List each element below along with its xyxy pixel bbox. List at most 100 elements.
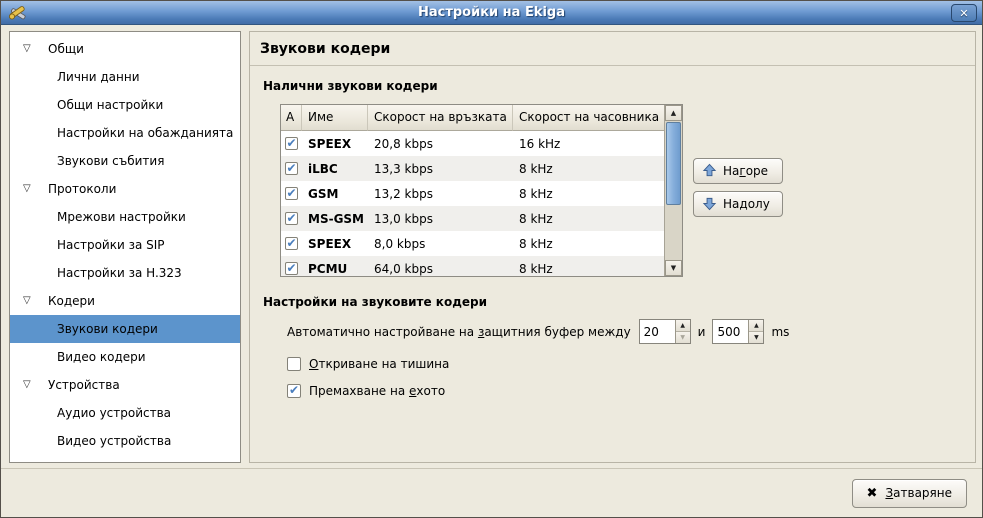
titlebar[interactable]: Настройки на Ekiga ✕ — [1, 1, 982, 25]
reorder-buttons: Нагоре Надолу — [693, 158, 783, 217]
scrollbar-track[interactable] — [665, 121, 682, 260]
codec-name: MS-GSM — [302, 212, 368, 226]
codec-bitrate: 13,0 kbps — [368, 212, 513, 226]
sidebar-item-label: Аудио устройства — [57, 406, 171, 420]
up-arrow-icon — [702, 163, 717, 178]
check-icon: ✔ — [286, 162, 296, 174]
jitter-min-spinbox: ▲ ▼ — [639, 319, 691, 344]
spin-up-button[interactable]: ▲ — [749, 320, 763, 331]
sidebar-item-label: Устройства — [48, 378, 120, 392]
sidebar-item-devices[interactable]: ▽ Устройства — [10, 371, 240, 399]
sidebar-item-audio-codecs[interactable]: Звукови кодери — [10, 315, 240, 343]
codec-name: SPEEX — [302, 137, 368, 151]
sidebar-item-video-devices[interactable]: Видео устройства — [10, 427, 240, 455]
jitter-min-input[interactable] — [640, 320, 675, 343]
sidebar-item-label: Видео устройства — [57, 434, 171, 448]
column-header-active[interactable]: A — [281, 105, 302, 131]
codec-clockrate: 8 kHz — [513, 187, 664, 201]
move-up-button[interactable]: Нагоре — [693, 158, 783, 184]
move-down-label: Надолу — [723, 197, 770, 211]
expander-icon[interactable]: ▽ — [23, 296, 41, 306]
check-icon: ✔ — [286, 262, 296, 274]
codec-enabled-checkbox[interactable]: ✔ — [285, 237, 298, 250]
codec-enabled-checkbox[interactable]: ✔ — [285, 137, 298, 150]
table-row[interactable]: ✔ PCMU 64,0 kbps 8 kHz — [281, 256, 664, 276]
table-row[interactable]: ✔ GSM 13,2 kbps 8 kHz — [281, 181, 664, 206]
spin-down-button[interactable]: ▼ — [676, 331, 690, 343]
close-icon: ✕ — [959, 7, 968, 20]
codec-bitrate: 20,8 kbps — [368, 137, 513, 151]
sidebar-item-codecs[interactable]: ▽ Кодери — [10, 287, 240, 315]
expander-icon[interactable]: ▽ — [23, 380, 41, 390]
scroll-up-button[interactable]: ▲ — [665, 105, 682, 121]
sidebar-item-general-settings[interactable]: Общи настройки — [10, 91, 240, 119]
check-icon: ✔ — [286, 187, 296, 199]
sidebar-item-label: Лични данни — [57, 70, 140, 84]
codec-clockrate: 8 kHz — [513, 237, 664, 251]
spin-down-button[interactable]: ▼ — [749, 331, 763, 343]
sidebar-item-sip-settings[interactable]: Настройки за SIP — [10, 231, 240, 259]
expander-icon[interactable]: ▽ — [23, 44, 41, 54]
jitter-max-input[interactable] — [713, 320, 748, 343]
sidebar-item-label: Кодери — [48, 294, 95, 308]
close-x-icon: ✖ — [867, 486, 878, 501]
sidebar-item-personal-data[interactable]: Лични данни — [10, 63, 240, 91]
sidebar-item-h323-settings[interactable]: Настройки за H.323 — [10, 259, 240, 287]
column-header-name[interactable]: Име — [302, 105, 368, 131]
close-button-label: Затваряне — [885, 486, 952, 500]
scroll-down-button[interactable]: ▼ — [665, 260, 682, 276]
column-header-bitrate[interactable]: Скорост на връзката — [368, 105, 513, 131]
codec-bitrate: 64,0 kbps — [368, 262, 513, 276]
sidebar-item-protocols[interactable]: ▽ Протоколи — [10, 175, 240, 203]
spin-up-button[interactable]: ▲ — [676, 320, 690, 331]
expander-icon[interactable]: ▽ — [23, 184, 41, 194]
column-header-clockrate[interactable]: Скорост на часовника — [513, 105, 664, 131]
sidebar-item-video-codecs[interactable]: Видео кодери — [10, 343, 240, 371]
audio-codecs-panel: Звукови кодери Налични звукови кодери A … — [249, 31, 976, 463]
move-up-label: Нагоре — [723, 164, 768, 178]
sidebar-item-network-settings[interactable]: Мрежови настройки — [10, 203, 240, 231]
sidebar-item-label: Общи настройки — [57, 98, 163, 112]
arrow-up-icon: ▲ — [671, 110, 676, 117]
sidebar-item-call-options[interactable]: Настройки на обажданията — [10, 119, 240, 147]
arrow-down-icon: ▼ — [754, 335, 759, 341]
arrow-up-icon: ▲ — [754, 323, 759, 329]
echo-cancellation-checkbox[interactable]: ✔ — [287, 384, 301, 398]
codec-name: PCMU — [302, 262, 368, 276]
codec-clockrate: 8 kHz — [513, 212, 664, 226]
sidebar-item-sound-events[interactable]: Звукови събития — [10, 147, 240, 175]
codecs-table: A Име Скорост на връзката Скорост на час… — [280, 104, 683, 277]
jitter-max-spinbox: ▲ ▼ — [712, 319, 764, 344]
arrow-down-icon: ▼ — [680, 335, 685, 341]
silence-detection-checkbox[interactable] — [287, 357, 301, 371]
silence-detection-row[interactable]: Откриване на тишина — [287, 357, 975, 371]
table-row[interactable]: ✔ MS-GSM 13,0 kbps 8 kHz — [281, 206, 664, 231]
codec-enabled-checkbox[interactable]: ✔ — [285, 162, 298, 175]
window-close-button[interactable]: ✕ — [951, 4, 977, 22]
scrollbar-thumb[interactable] — [666, 122, 681, 205]
codec-enabled-checkbox[interactable]: ✔ — [285, 262, 298, 275]
table-scrollbar[interactable]: ▲ ▼ — [664, 105, 682, 276]
sidebar-item-audio-devices[interactable]: Аудио устройства — [10, 399, 240, 427]
table-row[interactable]: ✔ iLBC 13,3 kbps 8 kHz — [281, 156, 664, 181]
silence-detection-label: Откриване на тишина — [309, 357, 449, 371]
codec-name: SPEEX — [302, 237, 368, 251]
categories-tree: ▽ Общи Лични данни Общи настройки Настро… — [9, 31, 241, 463]
move-down-button[interactable]: Надолу — [693, 191, 783, 217]
codec-enabled-checkbox[interactable]: ✔ — [285, 187, 298, 200]
codec-enabled-checkbox[interactable]: ✔ — [285, 212, 298, 225]
close-button[interactable]: ✖ Затваряне — [852, 479, 967, 508]
codecs-table-main: A Име Скорост на връзката Скорост на час… — [281, 105, 664, 276]
available-codecs-section-label: Налични звукови кодери — [263, 79, 975, 93]
codec-clockrate: 8 kHz — [513, 162, 664, 176]
codecs-settings-section-label: Настройки на звуковите кодери — [263, 295, 975, 309]
codec-area: A Име Скорост на връзката Скорост на час… — [280, 104, 975, 277]
table-row[interactable]: ✔ SPEEX 20,8 kbps 16 kHz — [281, 131, 664, 156]
table-row[interactable]: ✔ SPEEX 8,0 kbps 8 kHz — [281, 231, 664, 256]
sidebar-item-general[interactable]: ▽ Общи — [10, 35, 240, 63]
sidebar-item-label: Мрежови настройки — [57, 210, 186, 224]
codec-bitrate: 13,2 kbps — [368, 187, 513, 201]
page-title: Звукови кодери — [250, 32, 975, 66]
codec-clockrate: 8 kHz — [513, 262, 664, 276]
echo-cancellation-row[interactable]: ✔ Премахване на ехото — [287, 384, 975, 398]
